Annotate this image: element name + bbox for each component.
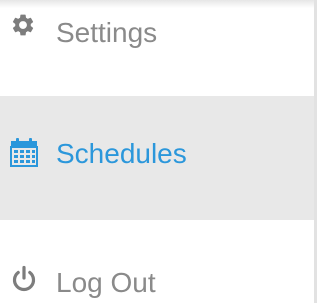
menu-item-label: Schedules	[56, 138, 187, 169]
menu-right-border	[314, 0, 317, 303]
menu-item-schedules[interactable]: Schedules	[0, 96, 314, 220]
power-icon	[12, 265, 36, 292]
side-menu: Settings Schedules Log Out	[0, 0, 317, 303]
menu-item-label: Log Out	[56, 267, 156, 298]
menu-item-label: Settings	[56, 17, 158, 48]
gear-icon	[12, 14, 34, 36]
calendar-icon	[10, 138, 38, 167]
menu-item-settings[interactable]: Settings	[0, 0, 314, 66]
menu-item-log-out[interactable]: Log Out	[0, 254, 314, 303]
